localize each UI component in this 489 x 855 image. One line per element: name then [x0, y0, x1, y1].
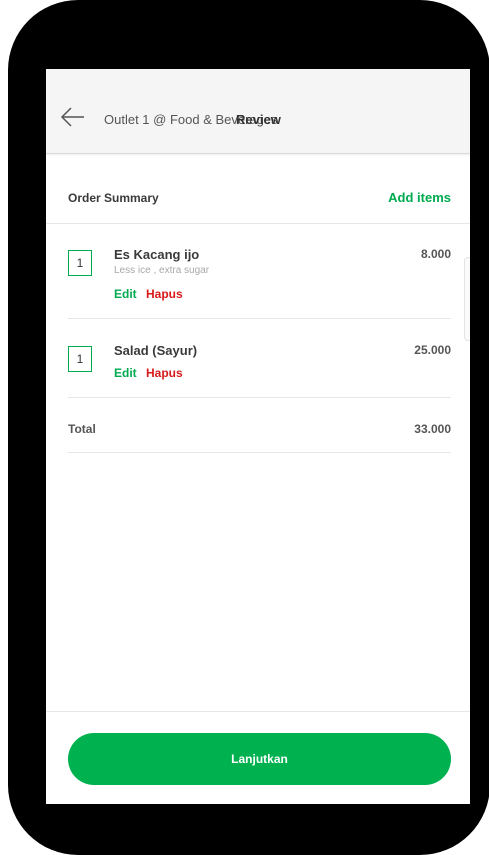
- quantity-box[interactable]: 1: [68, 346, 92, 372]
- add-items-button[interactable]: Add items: [388, 190, 451, 205]
- order-summary-title: Order Summary: [68, 191, 159, 205]
- item-note: Less ice , extra sugar: [114, 265, 210, 276]
- item-price: 25.000: [414, 343, 451, 357]
- arrow-left-icon: [60, 107, 84, 127]
- delete-item-button[interactable]: Hapus: [146, 287, 183, 301]
- page-title: Review: [236, 112, 281, 127]
- item-price: 8.000: [420, 247, 451, 261]
- app-bar: Outlet 1 @ Food & Beverages Review: [46, 69, 470, 154]
- total-label: Total: [68, 422, 96, 436]
- delete-item-button[interactable]: Hapus: [146, 366, 183, 380]
- total-value: 33.000: [414, 422, 451, 436]
- app-screen: Outlet 1 @ Food & Beverages Review Order…: [46, 69, 470, 804]
- continue-button[interactable]: Lanjutkan: [68, 733, 451, 785]
- edit-item-button[interactable]: Edit: [114, 366, 137, 380]
- quantity-box[interactable]: 1: [68, 250, 92, 276]
- order-summary-header: Order Summary Add items: [46, 179, 470, 224]
- order-item: 1 Salad (Sayur) Edit Hapus 25.000: [68, 319, 451, 398]
- bottom-bar: Lanjutkan: [46, 711, 470, 804]
- item-name: Es Kacang ijo: [114, 247, 200, 262]
- back-button[interactable]: [58, 105, 88, 129]
- edit-item-button[interactable]: Edit: [114, 287, 137, 301]
- side-scroll-handle[interactable]: [464, 257, 470, 341]
- order-item: 1 Es Kacang ijo Less ice , extra sugar E…: [68, 224, 451, 319]
- item-name: Salad (Sayur): [114, 343, 198, 358]
- phone-frame: Outlet 1 @ Food & Beverages Review Order…: [8, 0, 489, 855]
- total-row: Total 33.000: [68, 398, 451, 453]
